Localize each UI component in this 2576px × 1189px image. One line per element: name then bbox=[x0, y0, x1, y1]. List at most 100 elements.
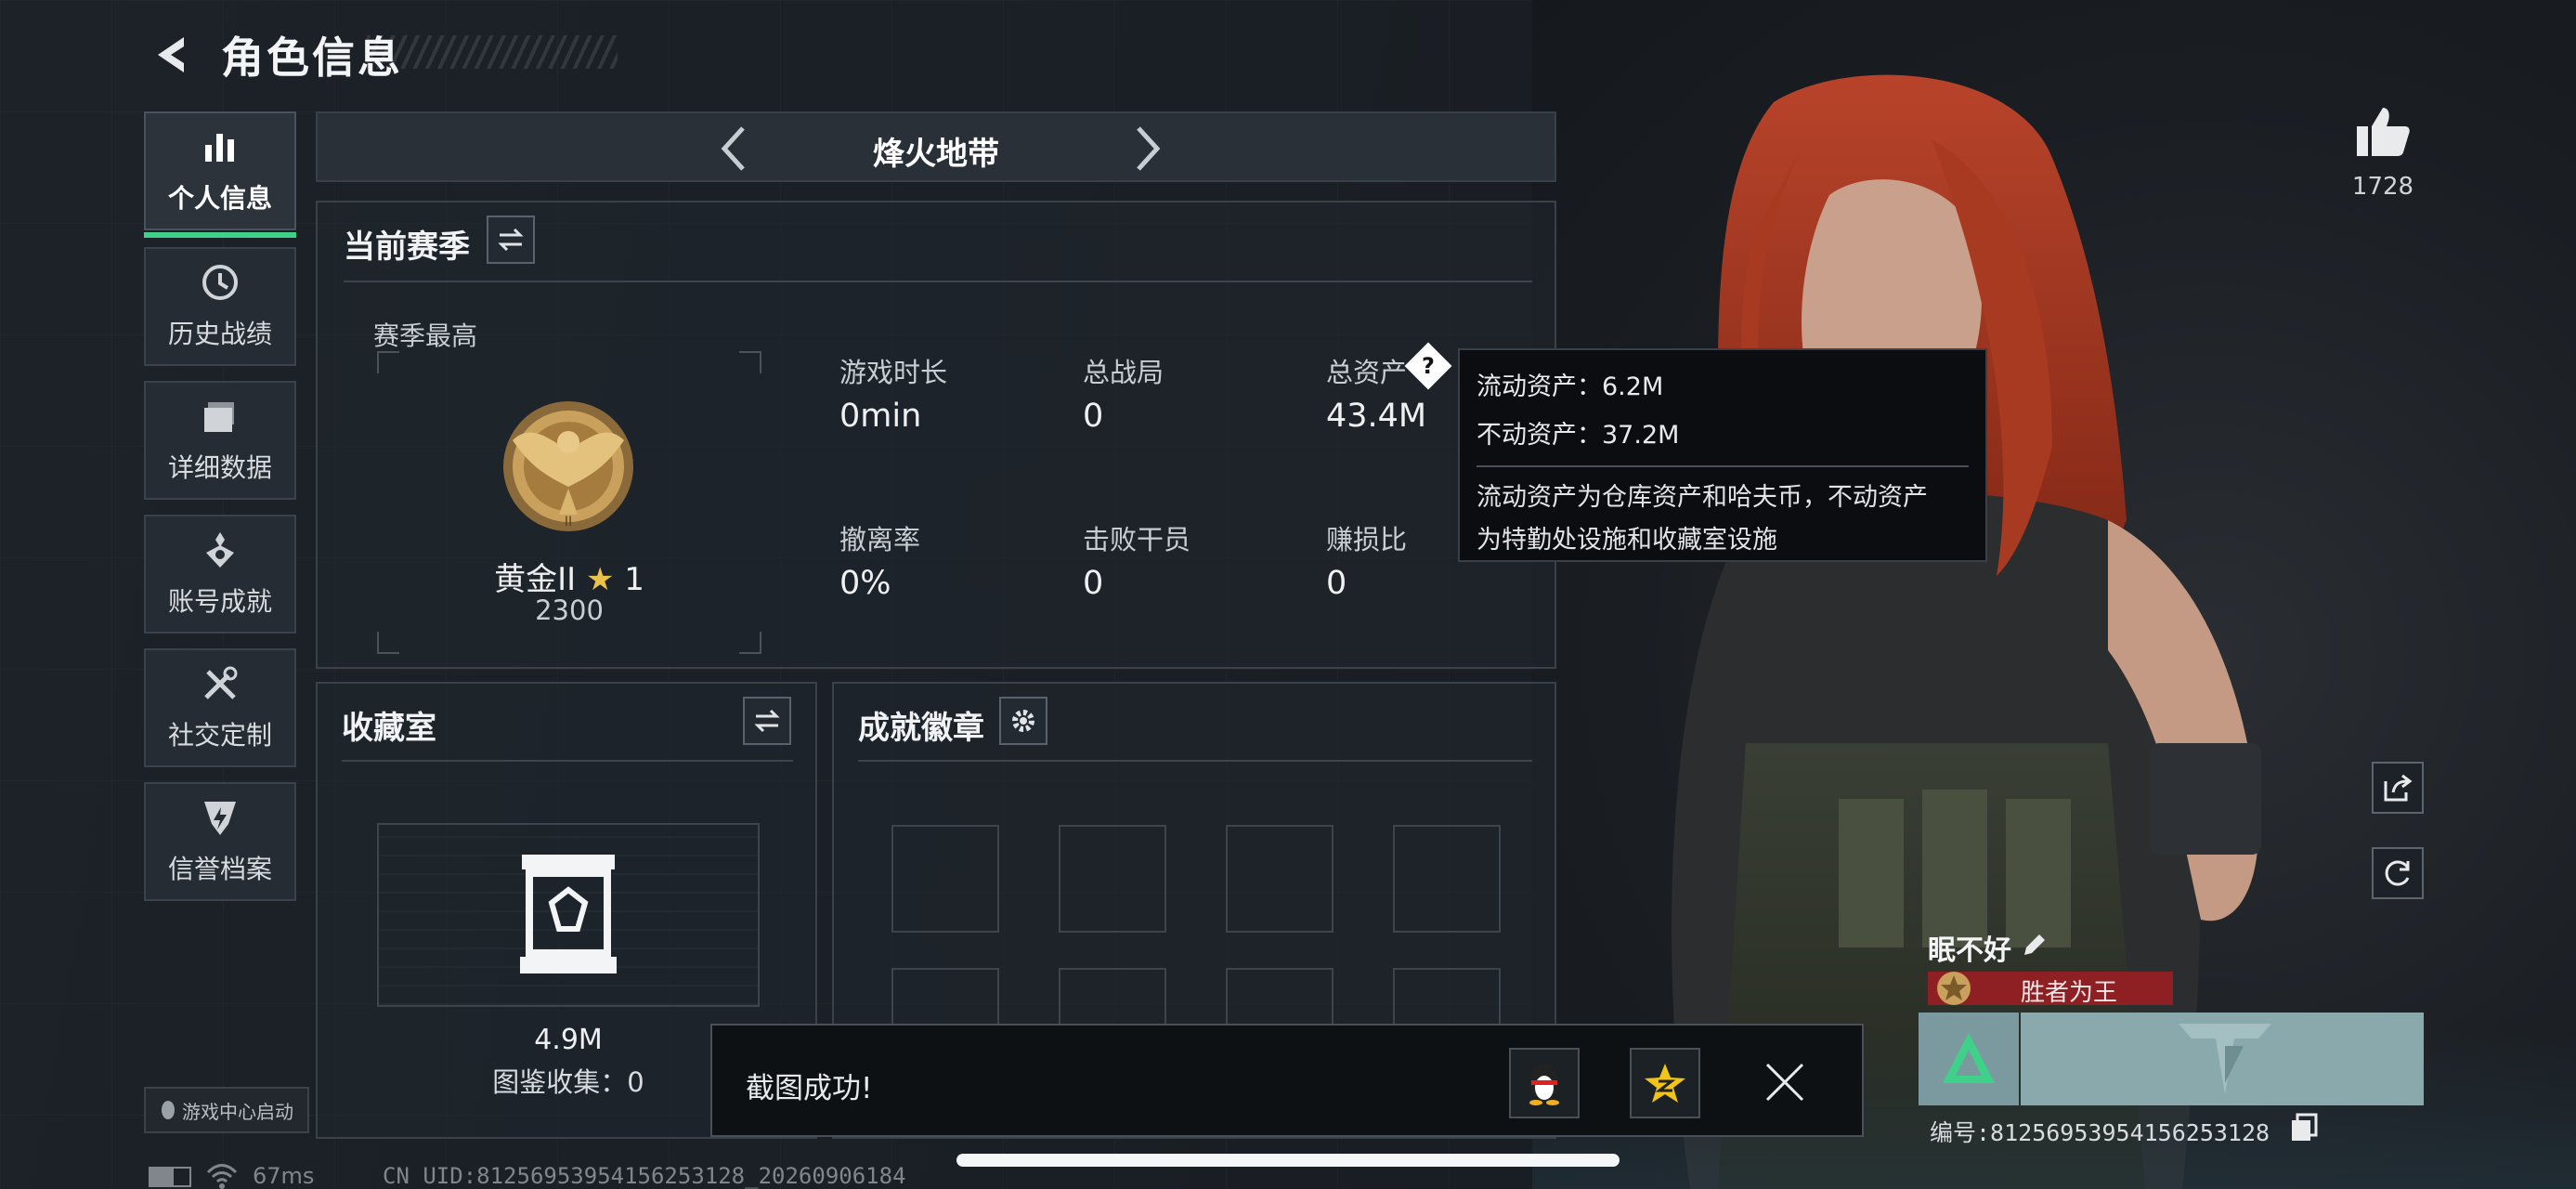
season-panel: 当前赛季 赛季最高 II 黄金II ★ 1 2300 游戏时长 0min 总战局… bbox=[316, 201, 1556, 669]
stat-value: 43.4M bbox=[1326, 398, 1427, 435]
gold-rank-emblem-icon: II bbox=[503, 401, 633, 531]
title-decoration bbox=[367, 35, 618, 69]
edit-icon[interactable] bbox=[2021, 931, 2049, 959]
game-center-button[interactable]: 游戏中心启动 bbox=[144, 1087, 309, 1133]
screenshot-toast: 截图成功! bbox=[710, 1024, 1864, 1137]
tooltip-fixed: 不动资产：37.2M bbox=[1477, 421, 1680, 450]
share-qq-button[interactable] bbox=[1509, 1048, 1580, 1118]
qzone-star-icon bbox=[1645, 1064, 1685, 1103]
swap-icon bbox=[754, 709, 780, 733]
tooltip-desc-2: 为特勤处设施和收藏室设施 bbox=[1477, 526, 1777, 555]
stat-value: 0min bbox=[839, 398, 922, 435]
nav-label: 账号成就 bbox=[167, 586, 272, 617]
triangle-rank-icon bbox=[1943, 1033, 1995, 1083]
uid-text: CN UID:81256953954156253128_20260906184 bbox=[383, 1163, 906, 1189]
nav-item-details[interactable]: 详细数据 bbox=[144, 381, 296, 500]
rank-line: 黄金II ★ 1 bbox=[377, 554, 761, 599]
help-icon[interactable]: ? bbox=[1404, 342, 1452, 390]
display-case-icon bbox=[520, 855, 617, 973]
wifi-icon bbox=[206, 1164, 238, 1189]
divider bbox=[342, 760, 793, 762]
svg-text:II: II bbox=[565, 515, 572, 529]
nav-label: 历史战绩 bbox=[167, 319, 272, 349]
faction-banner bbox=[2021, 1013, 2424, 1105]
nav-item-history[interactable]: 历史战绩 bbox=[144, 247, 296, 366]
badge-slot[interactable] bbox=[891, 825, 999, 933]
tools-icon bbox=[200, 663, 241, 704]
collection-switch-button[interactable] bbox=[743, 697, 791, 745]
title-badge-label: 胜者为王 bbox=[2020, 979, 2117, 1007]
season-best-label: 赛季最高 bbox=[373, 320, 478, 351]
refresh-button[interactable] bbox=[2372, 847, 2424, 899]
stat-label: 击败干员 bbox=[1083, 524, 1191, 555]
badge-slot[interactable] bbox=[1393, 825, 1501, 933]
nav-item-social[interactable]: 社交定制 bbox=[144, 648, 296, 767]
medal-icon bbox=[200, 529, 241, 570]
close-icon[interactable] bbox=[1762, 1059, 1808, 1105]
gear-icon bbox=[1012, 710, 1034, 732]
share-icon bbox=[2384, 774, 2413, 802]
copy-icon[interactable] bbox=[2290, 1113, 2318, 1143]
back-arrow-icon[interactable] bbox=[149, 32, 195, 78]
swap-icon bbox=[498, 228, 524, 252]
share-qzone-button[interactable] bbox=[1630, 1048, 1700, 1118]
badge-slot[interactable] bbox=[1059, 825, 1166, 933]
nav-item-personal-info[interactable]: 个人信息 bbox=[144, 111, 296, 238]
share-button[interactable] bbox=[2372, 762, 2424, 814]
nav-label: 个人信息 bbox=[167, 183, 272, 214]
divider bbox=[344, 281, 1532, 282]
likes-count: 1728 bbox=[2351, 173, 2414, 201]
badges-settings-button[interactable] bbox=[999, 697, 1047, 745]
tooltip-liquid: 流动资产：6.2M bbox=[1477, 372, 1664, 401]
tooltip-divider bbox=[1477, 465, 1969, 467]
question-mark: ? bbox=[1422, 352, 1435, 379]
screen: 角色信息 个人信息 历史战绩 详细数据 账号成就 社交定制 信誉档案 游戏中心启… bbox=[0, 0, 2576, 1189]
nav-item-credit[interactable]: 信誉档案 bbox=[144, 782, 296, 901]
nav-item-achievements[interactable]: 账号成就 bbox=[144, 515, 296, 634]
next-mode-icon[interactable] bbox=[1120, 123, 1172, 175]
battery-icon bbox=[149, 1167, 191, 1187]
toast-message: 截图成功! bbox=[746, 1072, 873, 1105]
collection-title: 收藏室 bbox=[342, 710, 436, 747]
thumbs-up-icon[interactable] bbox=[2353, 104, 2413, 160]
rank-name: 黄金II bbox=[494, 561, 577, 598]
penguin-icon bbox=[162, 1101, 175, 1119]
game-center-label: 游戏中心启动 bbox=[182, 1100, 293, 1123]
badge-slot[interactable] bbox=[1226, 825, 1334, 933]
tooltip-desc-1: 流动资产为仓库资产和哈夫币，不动资产 bbox=[1477, 483, 1928, 512]
folder-icon bbox=[200, 396, 241, 437]
rank-stars: 1 bbox=[624, 561, 644, 598]
nav-label: 社交定制 bbox=[167, 720, 272, 751]
clock-icon bbox=[200, 262, 241, 303]
refresh-icon bbox=[2385, 860, 2410, 886]
badges-title: 成就徽章 bbox=[858, 710, 984, 747]
stat-value: 0 bbox=[1083, 565, 1104, 602]
faction-emblem-icon bbox=[2179, 1024, 2271, 1094]
player-name: 眠不好 bbox=[1928, 934, 2011, 967]
ping-text: 67ms bbox=[253, 1163, 315, 1189]
divider bbox=[858, 760, 1532, 762]
qq-penguin-icon bbox=[1529, 1064, 1559, 1105]
title-badge: 胜者为王 bbox=[1928, 972, 2173, 1007]
player-id: 编号:81256953954156253128 bbox=[1930, 1119, 2270, 1146]
asset-tooltip: 流动资产：6.2M 不动资产：37.2M 流动资产为仓库资产和哈夫币，不动资产 … bbox=[1458, 348, 1987, 562]
star-icon: ★ bbox=[585, 561, 615, 598]
stat-value: 0% bbox=[839, 565, 891, 602]
season-switch-button[interactable] bbox=[487, 216, 535, 264]
bar-chart-icon bbox=[200, 126, 241, 167]
home-indicator[interactable] bbox=[956, 1154, 1620, 1167]
rank-tile bbox=[1919, 1013, 2019, 1105]
stat-label: 总资产 bbox=[1326, 357, 1408, 388]
mode-name: 烽火地带 bbox=[873, 136, 999, 173]
stat-label: 总战局 bbox=[1083, 357, 1164, 388]
stat-label: 撤离率 bbox=[839, 524, 921, 555]
season-title: 当前赛季 bbox=[344, 229, 470, 266]
nav-label: 信誉档案 bbox=[167, 854, 272, 884]
nav-label: 详细数据 bbox=[167, 452, 272, 483]
stat-label: 赚损比 bbox=[1326, 524, 1408, 555]
stat-label: 游戏时长 bbox=[839, 357, 948, 388]
stat-value: 0 bbox=[1326, 565, 1347, 602]
rank-points: 2300 bbox=[535, 594, 604, 626]
mode-selector: 烽火地带 bbox=[316, 111, 1556, 182]
stat-value: 0 bbox=[1083, 398, 1104, 435]
